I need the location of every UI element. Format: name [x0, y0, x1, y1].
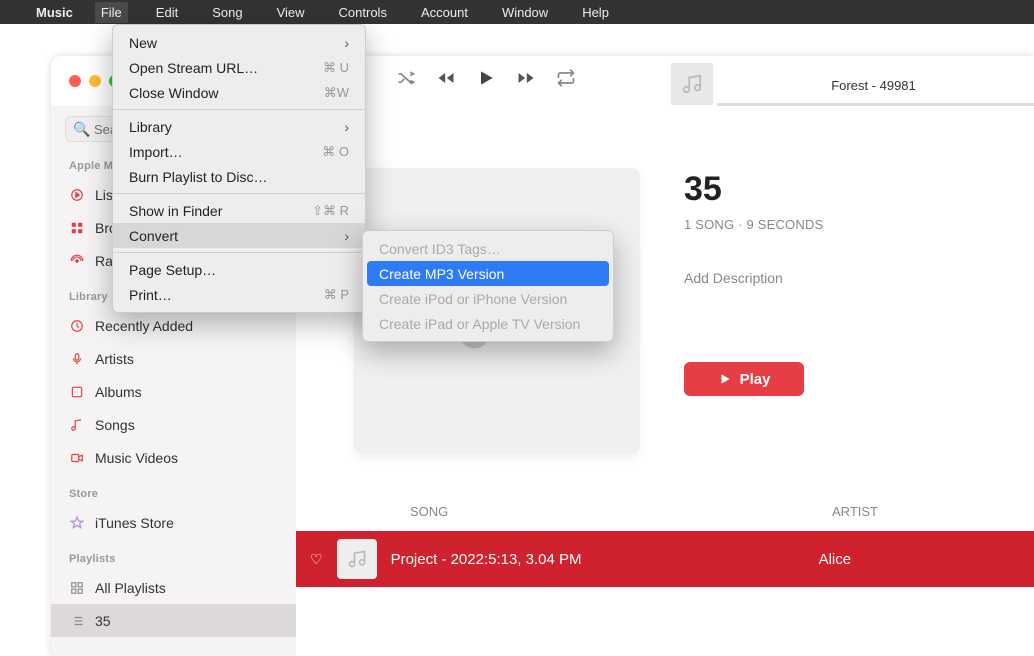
playback-controls: [396, 68, 576, 88]
sidebar-item[interactable]: Artists: [51, 342, 296, 375]
sidebar-item[interactable]: Music Videos: [51, 441, 296, 474]
sidebar-section-header: Store: [51, 482, 296, 506]
content-area: 35 1 SONG · 9 SECONDS Add Description Pl…: [296, 106, 1034, 656]
now-playing: Forest - 49981: [671, 56, 1034, 106]
sidebar-item[interactable]: All Playlists: [51, 571, 296, 604]
now-playing-title: Forest - 49981: [713, 70, 1034, 93]
music-grid-icon: [69, 221, 85, 235]
file-menu-item[interactable]: Close Window⌘W: [113, 80, 365, 105]
radio-icon: [69, 254, 85, 268]
album-info: 35 1 SONG · 9 SECONDS Add Description Pl…: [684, 168, 823, 396]
convert-submenu: Convert ID3 Tags…Create MP3 VersionCreat…: [362, 230, 614, 342]
shuffle-icon[interactable]: [396, 68, 416, 88]
search-icon: 🔍: [73, 121, 90, 138]
album-description[interactable]: Add Description: [684, 270, 823, 286]
convert-submenu-item: Create iPod or iPhone Version: [363, 286, 613, 311]
convert-submenu-item: Convert ID3 Tags…: [363, 236, 613, 261]
note-icon: [69, 418, 85, 432]
window-close-button[interactable]: [69, 75, 81, 87]
play-icon[interactable]: [476, 68, 496, 88]
sidebar-item-label: iTunes Store: [95, 515, 174, 531]
menu-help[interactable]: Help: [576, 2, 615, 23]
sidebar-item[interactable]: Songs: [51, 408, 296, 441]
star-icon: [69, 516, 85, 530]
album-icon: [69, 385, 85, 399]
sidebar-item[interactable]: iTunes Store: [51, 506, 296, 539]
file-menu-item[interactable]: Burn Playlist to Disc…: [113, 164, 365, 189]
grid-icon: [69, 581, 85, 595]
col-header-song[interactable]: SONG: [410, 504, 832, 519]
file-menu-item[interactable]: Print…⌘ P: [113, 282, 365, 307]
clock-icon: [69, 319, 85, 333]
play-circle-icon: [69, 188, 85, 202]
sidebar-section-header: Playlists: [51, 547, 296, 571]
fastforward-icon[interactable]: [516, 68, 536, 88]
file-menu-item[interactable]: Import…⌘ O: [113, 139, 365, 164]
now-playing-artwork[interactable]: [671, 63, 713, 105]
sidebar-item-label: All Playlists: [95, 580, 166, 596]
menubar: Music File Edit Song View Controls Accou…: [0, 0, 1034, 24]
sidebar-item-label: Songs: [95, 417, 135, 433]
file-menu-item[interactable]: Library›: [113, 114, 365, 139]
track-table: SONG ARTIST ♡ Project - 2022:5:13, 3.04 …: [296, 504, 1034, 587]
sidebar-item-label: 35: [95, 613, 111, 629]
sidebar-item[interactable]: 35: [51, 604, 296, 637]
play-button-label: Play: [740, 371, 771, 388]
track-artwork: [337, 539, 377, 579]
file-menu-item[interactable]: New›: [113, 30, 365, 55]
menu-window[interactable]: Window: [496, 2, 554, 23]
file-menu-item[interactable]: Show in Finder⇧⌘ R: [113, 198, 365, 223]
play-button[interactable]: Play: [684, 362, 804, 396]
repeat-icon[interactable]: [556, 68, 576, 88]
convert-submenu-item[interactable]: Create MP3 Version: [367, 261, 609, 286]
col-header-artist[interactable]: ARTIST: [832, 504, 878, 519]
convert-submenu-item: Create iPad or Apple TV Version: [363, 311, 613, 336]
sidebar-item[interactable]: Recently Added: [51, 309, 296, 342]
file-menu-item[interactable]: Convert›: [113, 223, 365, 248]
mic-icon: [69, 352, 85, 366]
sidebar-item-label: Recently Added: [95, 318, 193, 334]
track-artist: Alice: [819, 551, 852, 568]
app-name[interactable]: Music: [36, 5, 73, 20]
menu-song[interactable]: Song: [206, 2, 248, 23]
file-menu-item[interactable]: Page Setup…: [113, 257, 365, 282]
file-menu-dropdown: New›Open Stream URL…⌘ UClose Window⌘W Lib…: [112, 24, 366, 313]
menu-file[interactable]: File: [95, 2, 128, 23]
menu-account[interactable]: Account: [415, 2, 474, 23]
sidebar-item-label: Music Videos: [95, 450, 178, 466]
video-icon: [69, 451, 85, 465]
album-subtitle: 1 SONG · 9 SECONDS: [684, 217, 823, 232]
sidebar-item-label: Artists: [95, 351, 134, 367]
album-title: 35: [684, 170, 823, 209]
file-menu-item[interactable]: Open Stream URL…⌘ U: [113, 55, 365, 80]
table-row[interactable]: ♡ Project - 2022:5:13, 3.04 PM Alice: [296, 531, 1034, 587]
track-title: Project - 2022:5:13, 3.04 PM: [391, 551, 805, 568]
favorite-icon[interactable]: ♡: [310, 551, 323, 568]
list-icon: [69, 614, 85, 628]
menu-controls[interactable]: Controls: [333, 2, 393, 23]
menu-view[interactable]: View: [271, 2, 311, 23]
window-minimize-button[interactable]: [89, 75, 101, 87]
rewind-icon[interactable]: [436, 68, 456, 88]
menu-edit[interactable]: Edit: [150, 2, 184, 23]
sidebar-item[interactable]: Albums: [51, 375, 296, 408]
sidebar-item-label: Albums: [95, 384, 142, 400]
table-header: SONG ARTIST: [296, 504, 1034, 531]
